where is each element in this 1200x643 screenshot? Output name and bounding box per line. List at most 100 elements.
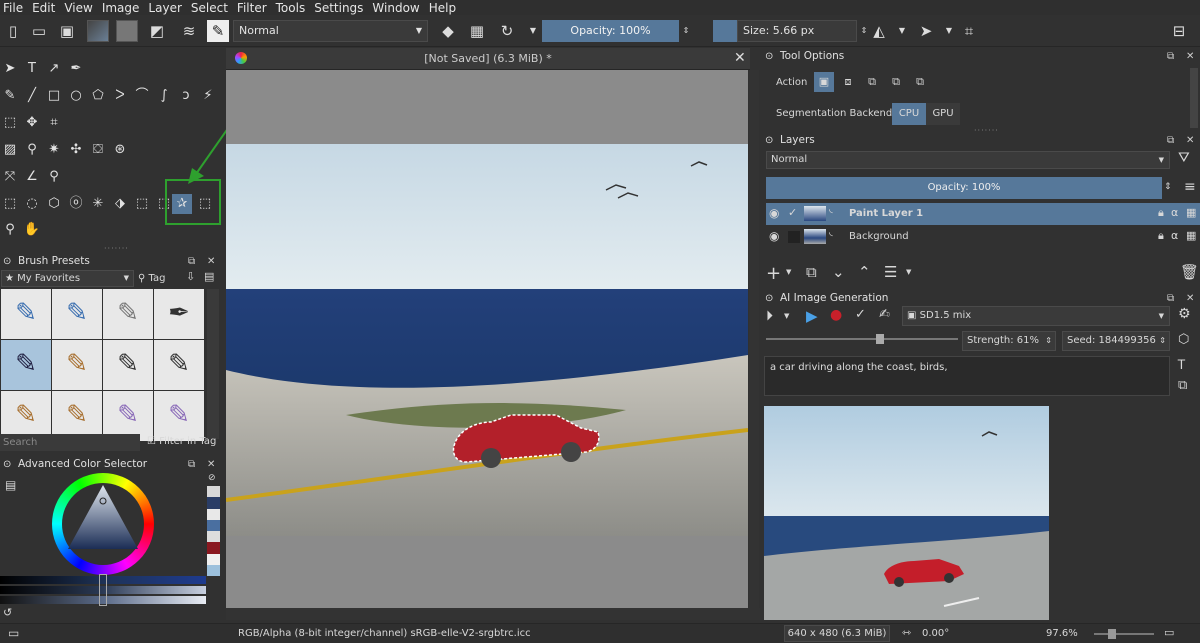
float-icon[interactable]: ⧉ bbox=[188, 456, 195, 473]
opacity-spinner-icon[interactable]: ⇕ bbox=[1164, 182, 1172, 192]
rotation-value[interactable]: 0.00° bbox=[922, 628, 949, 639]
float-icon[interactable]: ⧉ bbox=[188, 253, 195, 270]
close-icon[interactable]: ✕ bbox=[734, 50, 746, 66]
filter-icon[interactable]: ⛛ bbox=[1178, 150, 1190, 166]
record-icon[interactable]: ● bbox=[830, 307, 842, 323]
model-combo[interactable]: ▣ SD1.5 mix ▼ bbox=[902, 306, 1170, 326]
document-tab[interactable]: [Not Saved] (6.3 MiB) * ✕ bbox=[226, 48, 750, 70]
zoom-tool-icon[interactable]: ⚲ bbox=[0, 220, 20, 240]
layer-row[interactable]: ◉ ◟ Background 🔒︎ α ▦ bbox=[766, 226, 1200, 248]
menu-select[interactable]: Select bbox=[191, 1, 228, 15]
mirror-vertical-icon[interactable]: ➤ bbox=[915, 20, 937, 42]
menu-settings[interactable]: Settings bbox=[314, 1, 363, 15]
brush-search-input[interactable]: Search bbox=[0, 434, 140, 451]
canvas-viewport[interactable] bbox=[226, 70, 748, 608]
zoom-slider[interactable] bbox=[1094, 633, 1154, 635]
mirror-horizontal-icon[interactable]: ◭ bbox=[868, 20, 890, 42]
menu-image[interactable]: Image bbox=[102, 1, 140, 15]
layer-blend-combo[interactable]: Normal ▼ bbox=[766, 151, 1170, 169]
brush-preset-tile[interactable]: ✎ bbox=[103, 340, 153, 390]
blend-mode-combo[interactable]: Normal ▼ bbox=[233, 20, 428, 42]
tool-options-scrollbar[interactable] bbox=[1190, 68, 1198, 128]
polygon-select-icon[interactable]: ⬡ bbox=[44, 194, 64, 214]
menu-window[interactable]: Window bbox=[372, 1, 419, 15]
freehand-select-icon[interactable]: ⓞ bbox=[66, 194, 86, 214]
size-slider[interactable]: Size: 5.66 px bbox=[737, 20, 857, 42]
prompt-textarea[interactable]: a car driving along the coast, birds, bbox=[764, 356, 1170, 396]
layer-name[interactable]: Background bbox=[849, 231, 909, 242]
zoom-value[interactable]: 97.6% bbox=[1046, 628, 1078, 639]
duplicate-layer-icon[interactable]: ⧉ bbox=[806, 263, 817, 281]
chevron-down-icon[interactable]: ▼ bbox=[784, 312, 789, 320]
add-selection-icon[interactable]: ⧉ bbox=[862, 72, 882, 92]
move-up-icon[interactable]: ⌃ bbox=[858, 263, 871, 281]
clear-history-icon[interactable]: ⊘ bbox=[208, 473, 220, 483]
freehand-brush-icon[interactable]: ✎ bbox=[0, 86, 20, 106]
strength-track[interactable] bbox=[766, 338, 958, 340]
pattern-swatch-icon[interactable] bbox=[116, 20, 138, 42]
color-history-swatch[interactable] bbox=[207, 497, 220, 509]
brush-preset-icon[interactable]: ✎ bbox=[207, 20, 229, 42]
bezier-select-icon[interactable]: ⬚ bbox=[132, 194, 152, 214]
float-icon[interactable]: ⧉ bbox=[1167, 48, 1174, 65]
size-slider-fill[interactable] bbox=[713, 20, 737, 42]
similar-select-icon[interactable]: ⬗ bbox=[110, 194, 130, 214]
cpu-button[interactable]: CPU bbox=[892, 103, 926, 125]
symmetric-selection-icon[interactable]: ⧉ bbox=[910, 72, 930, 92]
color-picker-icon[interactable]: ⚲ bbox=[22, 140, 42, 160]
float-icon[interactable]: ⧉ bbox=[1167, 290, 1174, 307]
apply-icon[interactable]: ✓ bbox=[855, 307, 866, 322]
play-mode-icon[interactable]: ⏵ bbox=[766, 308, 773, 324]
menu-help[interactable]: Help bbox=[429, 1, 456, 15]
text-tool-icon[interactable]: T bbox=[22, 59, 42, 79]
brush-preset-tile-selected[interactable]: ✎ bbox=[1, 340, 51, 390]
chevron-down-icon[interactable]: ▼ bbox=[938, 20, 960, 42]
rotate-icon[interactable]: ⇿ bbox=[902, 626, 911, 639]
open-folder-icon[interactable]: ▭ bbox=[28, 20, 50, 42]
polyline-tool-icon[interactable]: ᐳ bbox=[110, 86, 130, 106]
wrap-around-icon[interactable]: ⌗ bbox=[958, 20, 980, 42]
alpha-icon[interactable]: α bbox=[1171, 206, 1178, 219]
generate-icon[interactable]: ▶ bbox=[806, 307, 818, 325]
add-layer-icon[interactable]: + bbox=[766, 263, 781, 284]
text-prompt-icon[interactable]: Ꭲ bbox=[1178, 358, 1186, 373]
menu-file[interactable]: File bbox=[3, 1, 23, 15]
import-icon[interactable]: ⇩ bbox=[186, 270, 195, 283]
workspace-icon[interactable]: ⊟ bbox=[1168, 20, 1190, 42]
eye-icon[interactable]: ◉ bbox=[769, 206, 779, 220]
select-shapes-icon[interactable]: ➤ bbox=[0, 59, 20, 79]
brush-settings-icon[interactable]: ≋ bbox=[178, 20, 200, 42]
menu-tools[interactable]: Tools bbox=[276, 1, 306, 15]
opacity-spinner-icon[interactable]: ⇕ bbox=[680, 20, 692, 42]
measure-tool-icon[interactable]: ∠ bbox=[22, 167, 42, 187]
brush-scrollbar[interactable] bbox=[207, 289, 219, 439]
close-icon[interactable]: ✕ bbox=[1186, 48, 1194, 65]
multibrush-icon[interactable]: ⚡ bbox=[198, 86, 218, 106]
chevron-down-icon[interactable]: ▼ bbox=[906, 268, 911, 276]
inherit-alpha-icon[interactable]: ▦ bbox=[1186, 229, 1196, 242]
inherit-alpha-icon[interactable]: ▦ bbox=[1186, 206, 1196, 219]
new-document-icon[interactable]: ▯ bbox=[2, 20, 24, 42]
generated-preview[interactable] bbox=[764, 406, 1049, 620]
float-icon[interactable]: ⧉ bbox=[1167, 132, 1174, 149]
brush-preset-tile[interactable]: ✎ bbox=[154, 391, 204, 441]
delete-layer-icon[interactable]: 🗑︎ bbox=[1180, 263, 1199, 281]
color-history-swatch[interactable] bbox=[207, 519, 220, 531]
brush-preset-tile[interactable]: ✎ bbox=[103, 289, 153, 339]
menu-view[interactable]: View bbox=[64, 1, 92, 15]
line-tool-icon[interactable]: ╱ bbox=[22, 86, 42, 106]
smart-patch-icon[interactable]: ✷ bbox=[44, 140, 64, 160]
color-history-swatch[interactable] bbox=[207, 531, 220, 543]
brush-preset-tile[interactable]: ✎ bbox=[52, 289, 102, 339]
rect-select-icon[interactable]: ⬚ bbox=[0, 194, 20, 214]
brush-icon[interactable]: ▭ bbox=[8, 626, 19, 640]
opacity-slider[interactable]: Opacity: 100% bbox=[542, 20, 679, 42]
gpu-button[interactable]: GPU bbox=[926, 103, 960, 125]
chevron-down-icon[interactable]: ▼ bbox=[522, 20, 544, 42]
bezier-tool-icon[interactable]: ⌒ bbox=[132, 86, 152, 106]
enclose-fill-icon[interactable]: ⊛ bbox=[110, 140, 130, 160]
brush-preset-tile[interactable]: ✒ bbox=[154, 289, 204, 339]
close-icon[interactable]: ✕ bbox=[207, 456, 215, 473]
color-history-swatch[interactable] bbox=[207, 486, 220, 498]
transform-tool-icon[interactable]: ⬚ bbox=[0, 113, 20, 133]
